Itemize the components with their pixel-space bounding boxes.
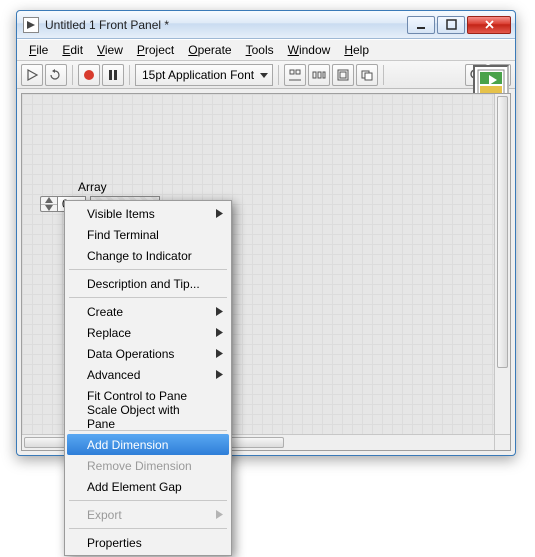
ctx-item-find-terminal[interactable]: Find Terminal bbox=[67, 224, 229, 245]
scrollbar-corner bbox=[494, 434, 510, 450]
context-menu-separator bbox=[69, 297, 227, 298]
spinner-down-icon[interactable] bbox=[41, 205, 57, 212]
titlebar[interactable]: Untitled 1 Front Panel * bbox=[17, 11, 515, 39]
font-label: 15pt Application Font bbox=[142, 68, 254, 82]
run-button[interactable] bbox=[21, 64, 43, 86]
ctx-item-label: Find Terminal bbox=[87, 228, 159, 242]
ctx-item-label: Remove Dimension bbox=[87, 459, 192, 473]
submenu-arrow-icon bbox=[216, 207, 223, 221]
window-title: Untitled 1 Front Panel * bbox=[45, 18, 407, 32]
toolbar: 15pt Application Font ? bbox=[17, 61, 515, 89]
ctx-item-properties[interactable]: Properties bbox=[67, 532, 229, 553]
spinner-up-icon[interactable] bbox=[41, 197, 57, 205]
font-selector[interactable]: 15pt Application Font bbox=[135, 64, 273, 86]
menu-file[interactable]: File bbox=[23, 41, 54, 59]
ctx-item-label: Replace bbox=[87, 326, 131, 340]
ctx-item-change-to-indicator[interactable]: Change to Indicator bbox=[67, 245, 229, 266]
ctx-item-visible-items[interactable]: Visible Items bbox=[67, 203, 229, 224]
ctx-item-remove-dimension: Remove Dimension bbox=[67, 455, 229, 476]
submenu-arrow-icon bbox=[216, 508, 223, 522]
ctx-item-label: Fit Control to Pane bbox=[87, 389, 187, 403]
submenu-arrow-icon bbox=[216, 326, 223, 340]
reorder-button[interactable] bbox=[356, 64, 378, 86]
ctx-item-label: Visible Items bbox=[87, 207, 155, 221]
vertical-scrollbar[interactable] bbox=[494, 94, 510, 434]
array-index-spinner[interactable] bbox=[40, 196, 58, 212]
ctx-item-label: Create bbox=[87, 305, 123, 319]
submenu-arrow-icon bbox=[216, 368, 223, 382]
menu-project[interactable]: Project bbox=[131, 41, 180, 59]
chevron-down-icon bbox=[258, 69, 270, 81]
ctx-item-add-dimension[interactable]: Add Dimension bbox=[67, 434, 229, 455]
ctx-item-label: Description and Tip... bbox=[87, 277, 200, 291]
menu-tools[interactable]: Tools bbox=[240, 41, 280, 59]
ctx-item-export: Export bbox=[67, 504, 229, 525]
ctx-item-scale-object-with-pane[interactable]: Scale Object with Pane bbox=[67, 406, 229, 427]
maximize-button[interactable] bbox=[437, 16, 465, 34]
menu-operate[interactable]: Operate bbox=[182, 41, 237, 59]
run-continuous-button[interactable] bbox=[45, 64, 67, 86]
align-button[interactable] bbox=[284, 64, 306, 86]
ctx-item-description-and-tip[interactable]: Description and Tip... bbox=[67, 273, 229, 294]
ctx-item-add-element-gap[interactable]: Add Element Gap bbox=[67, 476, 229, 497]
menu-edit[interactable]: Edit bbox=[56, 41, 89, 59]
context-menu: Visible Items Find Terminal Change to Indi… bbox=[64, 200, 232, 556]
context-menu-separator bbox=[69, 528, 227, 529]
ctx-item-label: Add Element Gap bbox=[87, 480, 182, 494]
resize-button[interactable] bbox=[332, 64, 354, 86]
ctx-item-label: Scale Object with Pane bbox=[87, 403, 209, 431]
app-icon bbox=[23, 17, 39, 33]
menubar: File Edit View Project Operate Tools Win… bbox=[17, 39, 515, 61]
context-menu-separator bbox=[69, 500, 227, 501]
array-label[interactable]: Array bbox=[78, 180, 107, 194]
ctx-item-data-operations[interactable]: Data Operations bbox=[67, 343, 229, 364]
ctx-item-replace[interactable]: Replace bbox=[67, 322, 229, 343]
ctx-item-label: Data Operations bbox=[87, 347, 174, 361]
ctx-item-label: Export bbox=[87, 508, 122, 522]
menu-window[interactable]: Window bbox=[282, 41, 337, 59]
ctx-item-label: Advanced bbox=[87, 368, 140, 382]
pause-button[interactable] bbox=[102, 64, 124, 86]
minimize-button[interactable] bbox=[407, 16, 435, 34]
ctx-item-label: Change to Indicator bbox=[87, 249, 192, 263]
abort-button[interactable] bbox=[78, 64, 100, 86]
ctx-item-label: Properties bbox=[87, 536, 142, 550]
submenu-arrow-icon bbox=[216, 347, 223, 361]
ctx-item-advanced[interactable]: Advanced bbox=[67, 364, 229, 385]
distribute-button[interactable] bbox=[308, 64, 330, 86]
menu-view[interactable]: View bbox=[91, 41, 129, 59]
menu-help[interactable]: Help bbox=[338, 41, 375, 59]
close-button[interactable] bbox=[467, 16, 511, 34]
vertical-scrollbar-thumb[interactable] bbox=[497, 96, 508, 368]
ctx-item-label: Add Dimension bbox=[87, 438, 168, 452]
context-menu-separator bbox=[69, 269, 227, 270]
ctx-item-create[interactable]: Create bbox=[67, 301, 229, 322]
submenu-arrow-icon bbox=[216, 305, 223, 319]
